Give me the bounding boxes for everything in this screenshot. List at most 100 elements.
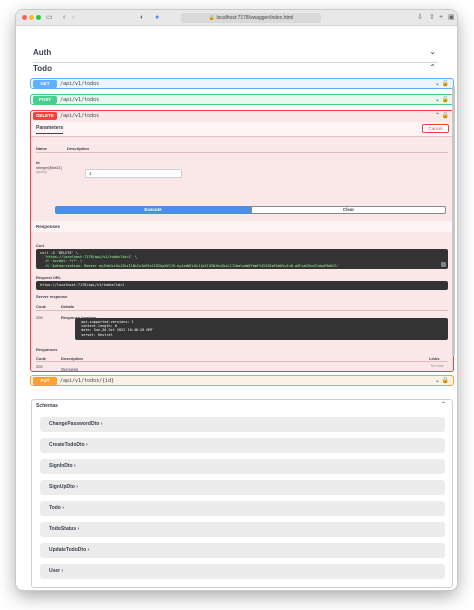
tab-parameters[interactable]: Parameters	[36, 125, 64, 134]
operation-path: /api/v1/todos	[60, 113, 100, 119]
clear-button[interactable]: Clear	[251, 206, 446, 214]
server-status-code: 200	[36, 315, 43, 320]
column-description: Description	[67, 146, 90, 151]
operation-header[interactable]: DELETE /api/v1/todos ⌃ 🔒	[31, 111, 453, 122]
new-tab-icon[interactable]: +	[439, 13, 443, 22]
copy-icon[interactable]	[441, 262, 446, 267]
model-name: User ›	[49, 568, 63, 574]
param-id-input[interactable]: 1	[85, 169, 182, 178]
schema-model[interactable]: Todo ›	[40, 501, 445, 516]
section-title: Todo	[33, 64, 52, 73]
curl-command[interactable]: curl -X 'DELETE' \ 'https://localhost:71…	[36, 249, 448, 269]
maximize-window-button[interactable]	[36, 15, 41, 20]
page-scrollbar[interactable]	[452, 86, 455, 356]
model-name: Todo ›	[49, 505, 64, 511]
chevron-right-icon: ›	[86, 442, 88, 448]
tab-bar: Parameters Cancel	[31, 122, 453, 137]
model-name: SignUpDto ›	[49, 484, 78, 490]
model-name: SignInDto ›	[49, 463, 76, 469]
chevron-right-icon: ›	[61, 568, 64, 574]
curl-label: Curl	[36, 243, 44, 248]
sidebar-icon[interactable]: ▭	[46, 13, 53, 22]
schema-model[interactable]: ChangePasswordDto ›	[40, 417, 445, 432]
collapse-lock-icons[interactable]: ⌃ 🔒	[435, 111, 449, 122]
divider	[36, 152, 448, 153]
schema-model[interactable]: SignUpDto ›	[40, 480, 445, 495]
request-url-label: Request URL	[36, 275, 62, 280]
operation-path: /api/v1/todos/{id}	[60, 378, 115, 384]
chevron-up-icon: ⌃	[429, 63, 436, 72]
forward-icon[interactable]: ›	[72, 13, 74, 22]
model-label: ChangePasswordDto	[49, 421, 100, 427]
model-label: User	[49, 568, 61, 574]
chevron-right-icon: ›	[77, 526, 80, 532]
download-icon[interactable]: ⇩	[417, 13, 423, 22]
divider	[36, 310, 448, 311]
privacy-icon[interactable]: ◐	[140, 13, 144, 22]
method-badge: DELETE	[33, 112, 57, 120]
param-location: (query)	[36, 170, 48, 174]
model-label: UpdateTodoDto	[49, 547, 87, 553]
column-name: Name	[36, 146, 47, 151]
model-name: UpdateTodoDto ›	[49, 547, 89, 553]
schema-model[interactable]: User ›	[40, 564, 445, 579]
chevron-down-icon: ⌄	[429, 47, 436, 56]
chevron-right-icon: ›	[87, 547, 90, 553]
server-response-label: Server response	[36, 294, 68, 299]
response-code: 200	[36, 364, 43, 369]
operation-path: /api/v1/todos	[60, 97, 100, 103]
expand-lock-icons[interactable]: ⌄ 🔒	[435, 95, 449, 106]
schema-model[interactable]: CreateTodoDto ›	[40, 438, 445, 453]
cancel-button[interactable]: Cancel	[422, 124, 449, 133]
close-window-button[interactable]	[22, 15, 27, 20]
chevron-right-icon: ›	[76, 484, 78, 490]
expand-lock-icons[interactable]: ⌄ 🔒	[435, 376, 449, 387]
browser-toolbar: ▭ ‹ › ◐ ● 🔒 localhost:7178/swagger/index…	[16, 10, 457, 26]
responses-band: Responses	[31, 221, 453, 232]
response-description: Success	[61, 367, 79, 372]
tabs-overview-icon[interactable]: ▣	[448, 13, 455, 22]
schema-model[interactable]: SignInDto ›	[40, 459, 445, 474]
operation-post-todos[interactable]: POST /api/v1/todos ⌄ 🔒	[30, 94, 454, 105]
schema-model[interactable]: TodoStatus ›	[40, 522, 445, 537]
back-icon[interactable]: ‹	[63, 13, 65, 22]
operation-path: /api/v1/todos	[60, 81, 100, 87]
section-title: Auth	[33, 48, 52, 57]
divider	[36, 361, 448, 362]
schema-model[interactable]: UpdateTodoDto ›	[40, 543, 445, 558]
operation-get-todos[interactable]: GET /api/v1/todos ⌄ 🔒	[30, 78, 454, 89]
chevron-right-icon: ›	[100, 421, 103, 427]
model-name: CreateTodoDto ›	[49, 442, 88, 448]
address-bar[interactable]: 🔒 localhost:7178/swagger/index.html	[181, 13, 321, 23]
curl-line: -H 'Authorization: Bearer eyJhbGciOiJIUz…	[40, 263, 340, 268]
model-label: SignUpDto	[49, 484, 75, 490]
model-label: CreateTodoDto	[49, 442, 85, 448]
method-badge: GET	[33, 80, 57, 88]
model-label: TodoStatus	[49, 526, 77, 532]
schemas-title: Schemas	[36, 403, 58, 409]
section-todo[interactable]: Todo ⌃	[33, 61, 438, 79]
chevron-right-icon: ›	[62, 505, 64, 511]
expand-lock-icons[interactable]: ⌄ 🔒	[435, 79, 449, 90]
code-column: Code	[36, 304, 46, 309]
model-name: TodoStatus ›	[49, 526, 79, 532]
header-line: server: Kestrel	[79, 332, 113, 337]
response-links: No links	[431, 364, 444, 368]
chevron-up-icon[interactable]: ⌃	[441, 401, 446, 408]
url-text: localhost:7178/swagger/index.html	[216, 15, 294, 21]
browser-window: ▭ ‹ › ◐ ● 🔒 localhost:7178/swagger/index…	[16, 10, 457, 590]
method-badge: PUT	[33, 377, 57, 385]
lock-icon: 🔒	[208, 15, 216, 21]
operation-put-todo[interactable]: PUT /api/v1/todos/{id} ⌄ 🔒	[30, 375, 454, 386]
model-label: SignInDto	[49, 463, 73, 469]
request-url[interactable]: https://localhost:7178/api/v1/todos?id=1	[36, 281, 448, 290]
operation-body: Parameters Cancel Name Description id in…	[31, 122, 453, 372]
response-headers[interactable]: api-supported-versions: 1 content-length…	[75, 318, 448, 340]
execute-button[interactable]: Execute	[55, 206, 251, 214]
responses-title: Responses	[36, 224, 61, 229]
minimize-window-button[interactable]	[29, 15, 34, 20]
model-label: Todo	[49, 505, 61, 511]
share-icon[interactable]: ⇧	[429, 13, 435, 22]
chevron-right-icon: ›	[74, 463, 76, 469]
globe-icon: ●	[155, 14, 160, 21]
